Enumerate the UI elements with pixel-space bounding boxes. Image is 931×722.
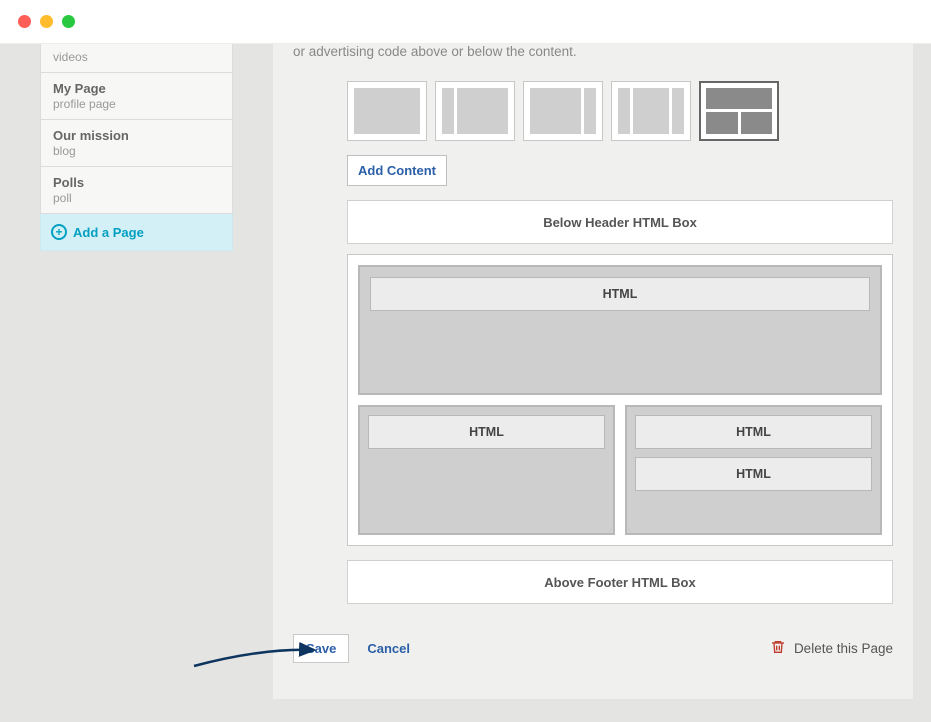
app-window: videos My Page profile page Our mission …: [0, 0, 931, 722]
html-chip[interactable]: HTML: [635, 415, 872, 449]
window-minimize-icon[interactable]: [40, 15, 53, 28]
sidebar-item-our-mission[interactable]: Our mission blog: [40, 120, 233, 167]
layout-options: [347, 81, 893, 141]
above-footer-label: Above Footer HTML Box: [544, 575, 695, 590]
below-header-html-box[interactable]: Below Header HTML Box: [347, 200, 893, 244]
add-content-button[interactable]: Add Content: [347, 155, 447, 186]
sidebar-item-sub: profile page: [53, 97, 220, 111]
add-page-button[interactable]: + Add a Page: [40, 214, 233, 251]
layout-option-3[interactable]: [523, 81, 603, 141]
plus-circle-icon: +: [51, 224, 67, 240]
window-zoom-icon[interactable]: [62, 15, 75, 28]
cancel-button[interactable]: Cancel: [367, 641, 410, 656]
layout-preview: HTML HTML HTML HTML: [347, 254, 893, 546]
window-close-icon[interactable]: [18, 15, 31, 28]
sidebar-item-my-page[interactable]: My Page profile page: [40, 73, 233, 120]
html-chip[interactable]: HTML: [370, 277, 870, 311]
html-chip[interactable]: HTML: [635, 457, 872, 491]
save-button[interactable]: Save: [293, 634, 349, 663]
preview-top-region[interactable]: HTML: [358, 265, 882, 395]
layout-option-2[interactable]: [435, 81, 515, 141]
sidebar-item-sub: poll: [53, 191, 220, 205]
main-panel: or advertising code above or below the c…: [273, 44, 913, 699]
below-header-label: Below Header HTML Box: [543, 215, 697, 230]
window-titlebar: [0, 0, 931, 44]
preview-left-region[interactable]: HTML: [358, 405, 615, 535]
description-text: or advertising code above or below the c…: [293, 44, 893, 63]
sidebar-item-title: My Page: [53, 81, 220, 96]
layout-option-4[interactable]: [611, 81, 691, 141]
sidebar-item-sub: blog: [53, 144, 220, 158]
html-chip[interactable]: HTML: [368, 415, 605, 449]
delete-page-button[interactable]: Delete this Page: [770, 638, 893, 659]
preview-right-region[interactable]: HTML HTML: [625, 405, 882, 535]
footer-actions: Save Cancel Delete this Page: [293, 634, 893, 663]
sidebar: videos My Page profile page Our mission …: [18, 44, 233, 704]
add-page-label: Add a Page: [73, 225, 144, 240]
sidebar-item-title: Polls: [53, 175, 220, 190]
trash-icon: [770, 638, 786, 659]
viewport: videos My Page profile page Our mission …: [0, 44, 931, 722]
sidebar-item-videos[interactable]: videos: [40, 44, 233, 73]
sidebar-item-sub: videos: [53, 50, 220, 64]
sidebar-item-title: Our mission: [53, 128, 220, 143]
sidebar-item-polls[interactable]: Polls poll: [40, 167, 233, 214]
layout-option-5[interactable]: [699, 81, 779, 141]
delete-page-label: Delete this Page: [794, 641, 893, 656]
above-footer-html-box[interactable]: Above Footer HTML Box: [347, 560, 893, 604]
layout-option-1[interactable]: [347, 81, 427, 141]
